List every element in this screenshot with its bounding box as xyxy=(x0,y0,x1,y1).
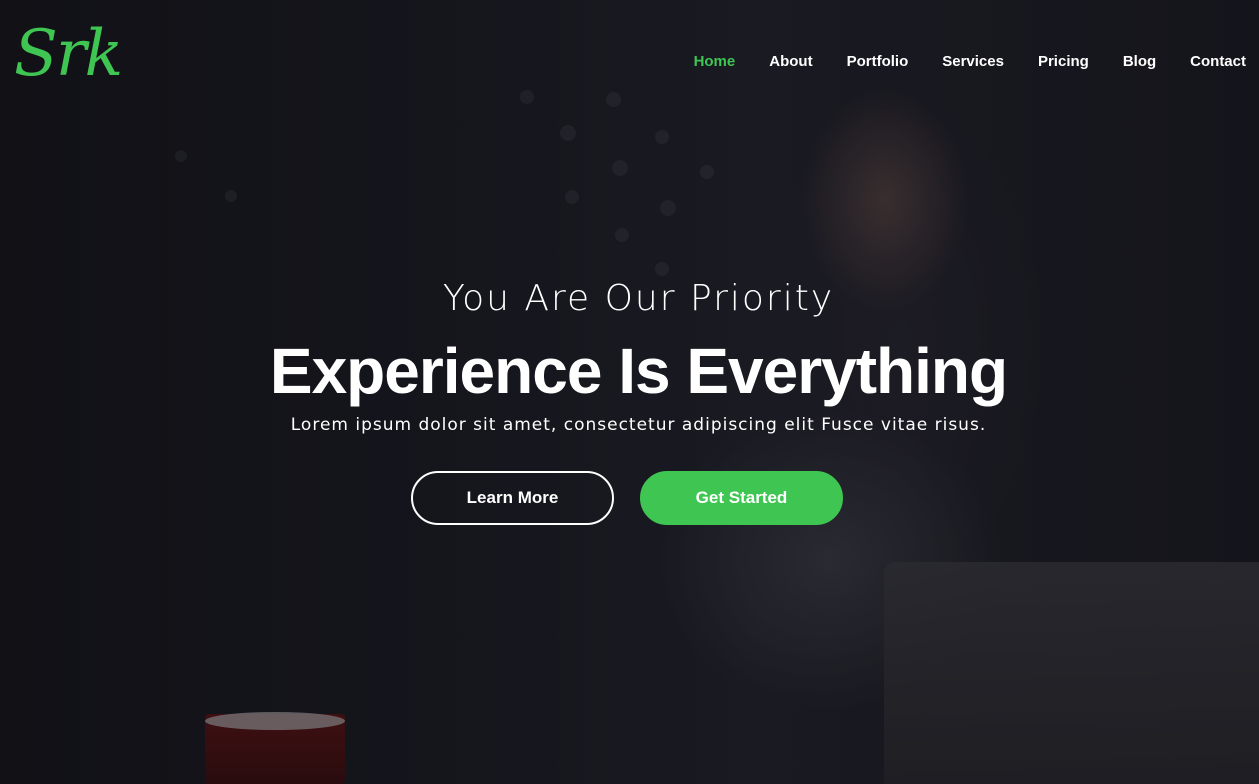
hero-content: You Are Our Priority Experience Is Every… xyxy=(0,276,1259,438)
nav-item-pricing[interactable]: Pricing xyxy=(1038,52,1089,72)
nav-item-contact[interactable]: Contact xyxy=(1190,52,1246,72)
hero-headline: Experience Is Everything xyxy=(269,335,1008,407)
hero-section: Srk Home About Portfolio Services Pricin… xyxy=(0,0,1259,784)
get-started-button[interactable]: Get Started xyxy=(640,471,843,525)
nav-item-services[interactable]: Services xyxy=(942,52,1004,72)
hero-description: Lorem ipsum dolor sit amet, consectetur … xyxy=(290,415,987,435)
nav-item-about[interactable]: About xyxy=(769,52,812,72)
nav-item-blog[interactable]: Blog xyxy=(1123,52,1156,72)
site-logo[interactable]: Srk xyxy=(14,22,123,86)
learn-more-button[interactable]: Learn More xyxy=(411,471,614,525)
hero-subtitle: You Are Our Priority xyxy=(442,278,835,319)
nav-item-portfolio[interactable]: Portfolio xyxy=(847,52,909,72)
main-navigation: Home About Portfolio Services Pricing Bl… xyxy=(660,52,1246,72)
nav-item-home[interactable]: Home xyxy=(694,52,736,72)
hero-buttons: Learn More Get Started xyxy=(411,471,843,525)
